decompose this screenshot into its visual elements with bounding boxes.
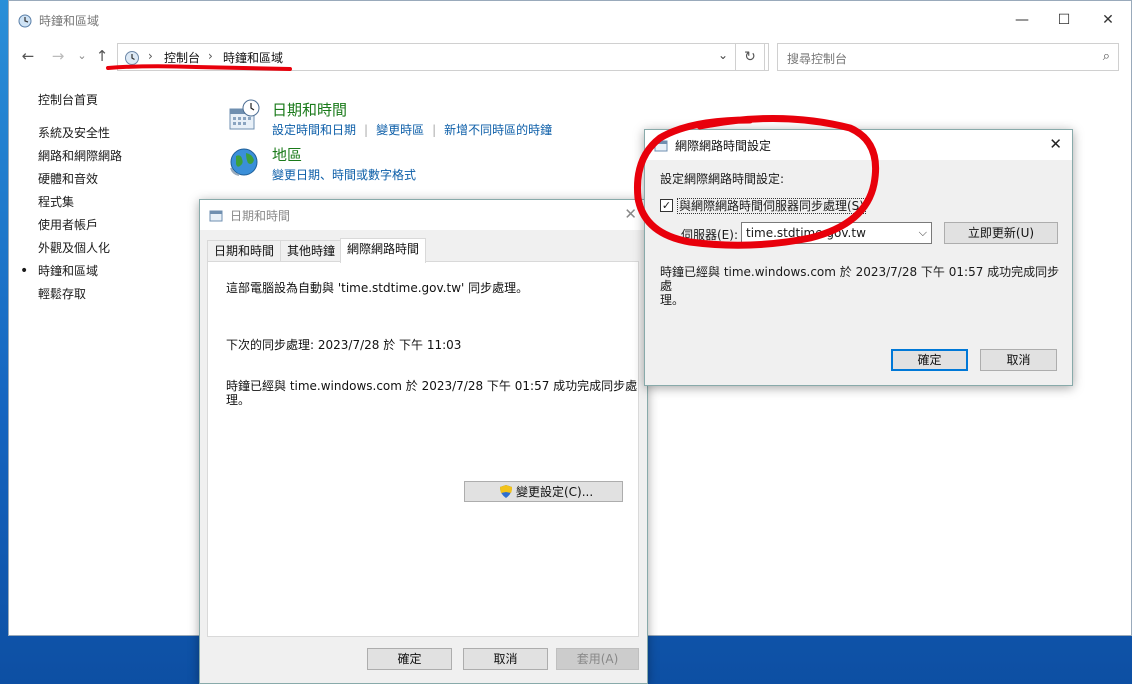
- link-change-timezone[interactable]: 變更時區: [376, 123, 424, 137]
- category-links: 變更日期、時間或數字格式: [272, 166, 416, 183]
- internet-time-panel: 這部電腦設為自動與 'time.stdtime.gov.tw' 同步處理。 下次…: [207, 261, 639, 637]
- sync-status-line: 時鐘已經與 time.windows.com 於 2023/7/28 下午 01…: [660, 265, 1060, 293]
- search-icon: ⌕: [1102, 49, 1110, 64]
- link-add-clocks[interactable]: 新增不同時區的時鐘: [444, 123, 552, 137]
- link-divider: |: [364, 123, 369, 137]
- dialog-title-bar: 日期和時間 ✕: [200, 200, 647, 230]
- tab-date-time[interactable]: 日期和時間: [207, 240, 282, 262]
- search-input[interactable]: 搜尋控制台 ⌕: [777, 43, 1119, 71]
- dialog-title: 日期和時間: [230, 209, 291, 223]
- red-underline-annotation: [106, 64, 292, 71]
- refresh-icon: ↻: [744, 49, 756, 65]
- sidebar-item-user-accounts[interactable]: 使用者帳戶: [38, 217, 122, 240]
- link-change-formats[interactable]: 變更日期、時間或數字格式: [272, 168, 416, 182]
- sidebar-item-programs[interactable]: 程式集: [38, 194, 122, 217]
- date-time-dialog: 日期和時間 ✕ 日期和時間 其他時鐘 網際網路時間 這部電腦設為自動與 'tim…: [199, 199, 648, 684]
- back-button[interactable]: ←: [19, 47, 37, 65]
- close-button[interactable]: ✕: [1085, 1, 1131, 39]
- last-sync-text: 時鐘已經與 time.windows.com 於 2023/7/28 下午 01…: [226, 379, 638, 393]
- cancel-button[interactable]: 取消: [980, 349, 1057, 371]
- last-sync-text-cont: 理。: [226, 393, 251, 407]
- sync-status-text: 時鐘已經與 time.windows.com 於 2023/7/28 下午 01…: [660, 265, 1065, 307]
- forward-button[interactable]: →: [49, 47, 67, 65]
- chevron-down-icon[interactable]: ⌄: [718, 48, 728, 62]
- breadcrumb-separator: ›: [148, 49, 153, 63]
- link-divider: |: [432, 123, 437, 137]
- update-now-button[interactable]: 立即更新(U): [944, 222, 1058, 244]
- cancel-button[interactable]: 取消: [463, 648, 548, 670]
- recent-locations-button[interactable]: ⌄: [73, 47, 91, 65]
- calendar-icon: [229, 99, 260, 130]
- breadcrumb-separator: ›: [208, 49, 213, 63]
- search-placeholder: 搜尋控制台: [787, 52, 848, 66]
- sidebar-item-label: 時鐘和區域: [38, 264, 99, 278]
- sidebar-item-appearance[interactable]: 外觀及個人化: [38, 240, 122, 263]
- close-icon[interactable]: ✕: [1049, 135, 1062, 153]
- category-title[interactable]: 日期和時間: [272, 99, 347, 120]
- sidebar-item-network[interactable]: 網路和網際網路: [38, 148, 122, 171]
- next-sync-text: 下次的同步處理: 2023/7/28 於 下午 11:03: [226, 338, 462, 352]
- minimize-button[interactable]: —: [999, 1, 1045, 39]
- change-settings-label: 變更設定(C)...: [516, 485, 594, 499]
- tab-additional-clocks[interactable]: 其他時鐘: [280, 240, 343, 262]
- apply-button[interactable]: 套用(A): [556, 648, 639, 670]
- sidebar: 控制台首頁 系統及安全性 網路和網際網路 硬體和音效 程式集 使用者帳戶 外觀及…: [20, 92, 122, 309]
- red-circle-annotation: [633, 114, 880, 249]
- calendar-icon: [209, 210, 223, 222]
- sidebar-item-home[interactable]: 控制台首頁: [38, 92, 122, 115]
- window-title: 時鐘和區域: [39, 14, 100, 28]
- refresh-button[interactable]: ↻: [735, 43, 765, 71]
- category-title[interactable]: 地區: [272, 144, 302, 165]
- sidebar-item-system-security[interactable]: 系統及安全性: [38, 125, 122, 148]
- category-links: 設定時間和日期 | 變更時區 | 新增不同時區的時鐘: [272, 121, 552, 138]
- title-bar: 時鐘和區域 — ☐ ✕: [9, 1, 1131, 39]
- sidebar-item-clock-region[interactable]: • 時鐘和區域: [20, 263, 122, 286]
- active-indicator: •: [20, 263, 29, 279]
- sidebar-item-ease-of-access[interactable]: 輕鬆存取: [38, 286, 122, 309]
- sync-config-text: 這部電腦設為自動與 'time.stdtime.gov.tw' 同步處理。: [226, 281, 529, 295]
- change-settings-button[interactable]: 變更設定(C)...: [464, 481, 623, 502]
- sync-status-line-cont: 理。: [660, 293, 685, 307]
- ok-button[interactable]: 確定: [891, 349, 968, 371]
- clock-region-icon: [18, 14, 32, 28]
- ok-button[interactable]: 確定: [367, 648, 452, 670]
- sidebar-item-hardware-sound[interactable]: 硬體和音效: [38, 171, 122, 194]
- uac-shield-icon: [500, 485, 512, 498]
- globe-icon: [230, 148, 258, 176]
- link-set-date-time[interactable]: 設定時間和日期: [272, 123, 356, 137]
- maximize-button[interactable]: ☐: [1041, 1, 1087, 39]
- chevron-down-icon[interactable]: ⌵: [919, 226, 927, 240]
- tab-internet-time[interactable]: 網際網路時間: [340, 238, 427, 263]
